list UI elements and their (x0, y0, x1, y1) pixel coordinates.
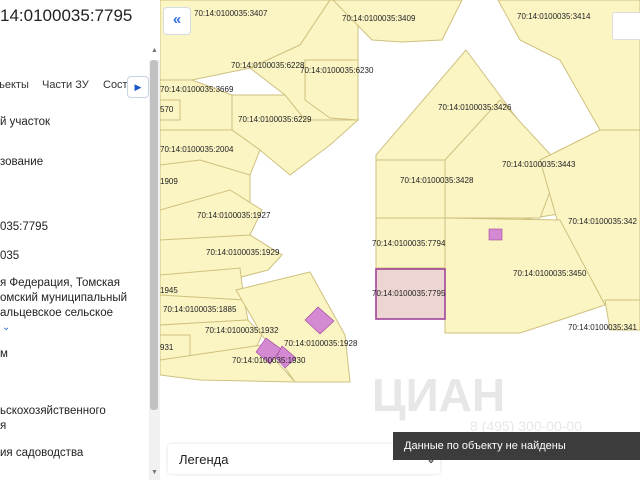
cadastral-map[interactable]: 70:14:0100035:3407 70:14:0100035:3409 70… (160, 0, 640, 480)
parcel-label: 70:14:0100035:6228 (231, 61, 305, 70)
parcel-label: 70:14:0100035:1927 (197, 211, 271, 220)
property-value: омский муниципальный (0, 292, 128, 304)
parcel-label: 70:14:0100035:3426 (438, 103, 512, 112)
parcel-label: 70:14:0100035:1928 (284, 339, 358, 348)
parcel-label: 70:14:0100035:1929 (206, 248, 280, 257)
property-value: й участок (0, 116, 51, 128)
parcel-label: 70:14:0100035:1885 (163, 305, 237, 314)
property-value: 035:7795 (0, 221, 48, 233)
parcel-3428[interactable] (375, 159, 446, 219)
parcel-label: 70:14:0100035:1932 (205, 326, 279, 335)
watermark: ЦИАН (372, 369, 506, 421)
property-value: ьскохозяйственного (0, 405, 106, 417)
parcel-label: 1945 (160, 286, 178, 295)
map-control-button[interactable] (612, 12, 640, 40)
notification-toast: Данные по объекту не найдены (393, 432, 640, 460)
expand-chevron-icon[interactable]: ⌄ (2, 322, 10, 333)
parcel-label: 70:14:0100035:7794 (372, 239, 446, 248)
property-value: 035 (0, 250, 20, 262)
parcel-label: 70:14:0100035:3443 (502, 160, 576, 169)
parcel-label: 70:14:0100035:3407 (194, 9, 268, 18)
property-value: зование (0, 156, 44, 168)
parcel-label: 70:14:0100035:3409 (342, 14, 416, 23)
scroll-down-icon[interactable]: ▼ (151, 469, 158, 476)
parcel-label: 70:14:0100035:7795 (372, 289, 446, 298)
tab-parts[interactable]: Части ЗУ (42, 79, 89, 91)
property-value: ия садоводства (0, 447, 84, 459)
collapse-panel-button[interactable]: « (163, 7, 191, 35)
parcel-label: 70:14:0100035:3414 (517, 12, 591, 21)
property-value: альцевское сельское (0, 307, 113, 319)
parcel-label: 70:14:0100035:1930 (232, 356, 306, 365)
parcel-label: 70:14:0100035:6229 (238, 115, 312, 124)
tabs-next-button[interactable]: ▶ (127, 76, 149, 98)
legend-label: Легенда (179, 452, 229, 467)
marker-square[interactable] (488, 228, 503, 241)
parcel-label: 70:14:0100035:3669 (160, 85, 234, 94)
parcel-label: 70:14:0100035:6230 (300, 66, 374, 75)
parcel-label: 70:14:0100035:2004 (160, 145, 234, 154)
property-value: м (0, 348, 8, 360)
parcel-label: 70:14:0100035:341 (568, 323, 638, 332)
property-value: я (0, 420, 7, 432)
parcel-label: 570 (160, 105, 174, 114)
property-value: я Федерация, Томская (0, 277, 120, 289)
scrollbar-thumb[interactable] (150, 60, 158, 410)
scroll-up-icon[interactable]: ▲ (151, 47, 158, 54)
parcel-label: 931 (160, 343, 174, 352)
parcel-label: 70:14:0100035:3450 (513, 269, 587, 278)
parcel-title: 14:0100035:7795 (0, 6, 133, 25)
parcel-label: 1909 (160, 177, 178, 186)
parcel-label: 70:14:0100035:342 (568, 217, 638, 226)
parcel-label: 70:14:0100035:3428 (400, 176, 474, 185)
info-panel: 14:0100035:7795 ъекты Части ЗУ Соста ▶ й… (0, 0, 160, 480)
tab-objects[interactable]: ъекты (0, 79, 29, 91)
